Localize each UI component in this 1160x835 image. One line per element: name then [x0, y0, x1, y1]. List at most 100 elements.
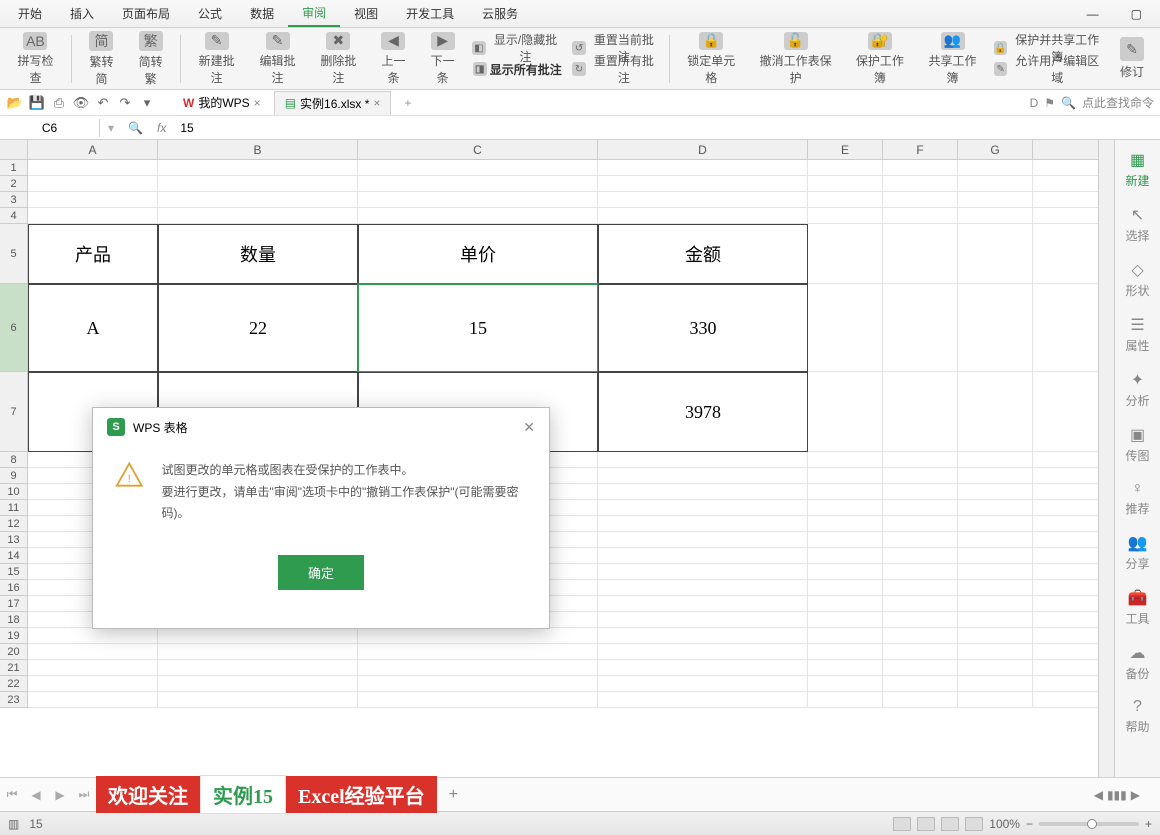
cell[interactable] [598, 468, 808, 484]
cell[interactable] [28, 692, 158, 708]
close-icon[interactable]: × [373, 96, 380, 110]
showall-comments-button[interactable]: ◨显示所有批注 [468, 59, 566, 79]
edit-comment-button[interactable]: ✎编辑批注 [248, 30, 307, 88]
new-comment-button[interactable]: ✎新建批注 [187, 30, 246, 88]
sheet-nav-next[interactable]: ▶ [48, 788, 72, 802]
save-icon[interactable]: 💾 [28, 94, 46, 112]
cell[interactable] [598, 500, 808, 516]
cell[interactable] [158, 628, 358, 644]
cell[interactable] [808, 580, 883, 596]
fx-icon[interactable]: fx [149, 121, 174, 135]
cell[interactable] [598, 644, 808, 660]
cell[interactable] [958, 628, 1033, 644]
cell[interactable] [958, 516, 1033, 532]
close-icon[interactable]: × [254, 96, 261, 110]
row-header[interactable]: 21 [0, 660, 27, 676]
formula-input[interactable]: 15 [174, 121, 1160, 135]
cell[interactable] [883, 660, 958, 676]
cell[interactable] [598, 628, 808, 644]
cell[interactable] [958, 192, 1033, 208]
cell[interactable] [883, 192, 958, 208]
cell[interactable] [808, 660, 883, 676]
cell[interactable] [358, 176, 598, 192]
vertical-scrollbar[interactable] [1098, 140, 1114, 777]
cell[interactable] [358, 660, 598, 676]
menu-layout[interactable]: 页面布局 [108, 1, 184, 26]
cell[interactable] [958, 372, 1033, 452]
cell[interactable] [598, 484, 808, 500]
cell[interactable] [158, 192, 358, 208]
view-read-icon[interactable] [965, 817, 983, 831]
row-header[interactable]: 20 [0, 644, 27, 660]
row-header[interactable]: 22 [0, 676, 27, 692]
side-backup[interactable]: ☁备份 [1116, 639, 1160, 686]
cell[interactable] [158, 208, 358, 224]
row-header[interactable]: 23 [0, 692, 27, 708]
cell[interactable] [598, 660, 808, 676]
cell[interactable] [958, 160, 1033, 176]
cell[interactable] [958, 612, 1033, 628]
cell[interactable] [28, 160, 158, 176]
track-changes-button[interactable]: ✎修订 [1110, 30, 1154, 88]
simp-to-trad-button[interactable]: 繁简转繁 [127, 30, 174, 88]
cell[interactable] [883, 176, 958, 192]
cell[interactable] [883, 284, 958, 372]
view-layout-icon[interactable] [917, 817, 935, 831]
cell[interactable] [808, 468, 883, 484]
dropdown-icon[interactable]: ▾ [100, 121, 122, 135]
cell[interactable] [883, 160, 958, 176]
cell[interactable] [358, 644, 598, 660]
menu-formula[interactable]: 公式 [184, 1, 236, 26]
share-workbook-button[interactable]: 👥共享工作簿 [917, 30, 988, 88]
cell[interactable] [958, 548, 1033, 564]
wps-home-tab[interactable]: W我的WPS× [172, 90, 272, 115]
ok-button[interactable]: 确定 [278, 555, 364, 590]
cell[interactable] [598, 564, 808, 580]
preview-icon[interactable]: 👁 [72, 94, 90, 112]
cell[interactable] [598, 532, 808, 548]
cell[interactable] [808, 676, 883, 692]
side-recommend[interactable]: ♀推荐 [1116, 476, 1160, 521]
cell[interactable] [158, 692, 358, 708]
search-icon[interactable]: 🔍 [122, 121, 149, 135]
cell[interactable] [808, 612, 883, 628]
cell[interactable] [158, 676, 358, 692]
hscroll-right[interactable]: ▶ [1131, 788, 1140, 802]
side-help[interactable]: ?帮助 [1116, 694, 1160, 739]
cell[interactable] [958, 500, 1033, 516]
prev-comment-button[interactable]: ◀上一条 [370, 30, 417, 88]
cell[interactable] [808, 548, 883, 564]
row-header[interactable]: 18 [0, 612, 27, 628]
cell[interactable] [158, 660, 358, 676]
cell[interactable] [883, 564, 958, 580]
cell[interactable] [883, 516, 958, 532]
close-icon[interactable]: ✕ [523, 419, 535, 436]
sheet-tab-1[interactable]: 欢迎关注 [96, 776, 200, 813]
cell[interactable] [958, 580, 1033, 596]
cell[interactable] [28, 644, 158, 660]
cell[interactable]: 金额 [598, 224, 808, 284]
reset-all-button[interactable]: ↻重置所有批注 [568, 59, 663, 79]
cell[interactable]: 15 [358, 284, 598, 372]
cell[interactable] [883, 676, 958, 692]
menu-view[interactable]: 视图 [340, 1, 392, 26]
allow-edit-button[interactable]: ✎允许用户编辑区域 [990, 59, 1108, 79]
row-header[interactable]: 15 [0, 564, 27, 580]
window-min-icon[interactable]: — [1073, 3, 1113, 25]
cell[interactable] [958, 208, 1033, 224]
sheet-tab-3[interactable]: Excel经验平台 [286, 776, 437, 813]
cell[interactable] [808, 596, 883, 612]
cell[interactable] [598, 596, 808, 612]
cell[interactable] [808, 224, 883, 284]
open-icon[interactable]: 📂 [6, 94, 24, 112]
cell[interactable]: 产品 [28, 224, 158, 284]
cell[interactable]: 22 [158, 284, 358, 372]
cell[interactable] [958, 692, 1033, 708]
row-header[interactable]: 11 [0, 500, 27, 516]
side-shape[interactable]: ◇形状 [1116, 256, 1160, 303]
row-header[interactable]: 7 [0, 372, 27, 452]
sheet-tab-2[interactable]: 实例15 [200, 775, 286, 814]
side-send[interactable]: ▣传图 [1116, 421, 1160, 468]
cell[interactable]: A [28, 284, 158, 372]
lock-cell-button[interactable]: 🔒锁定单元格 [676, 30, 747, 88]
